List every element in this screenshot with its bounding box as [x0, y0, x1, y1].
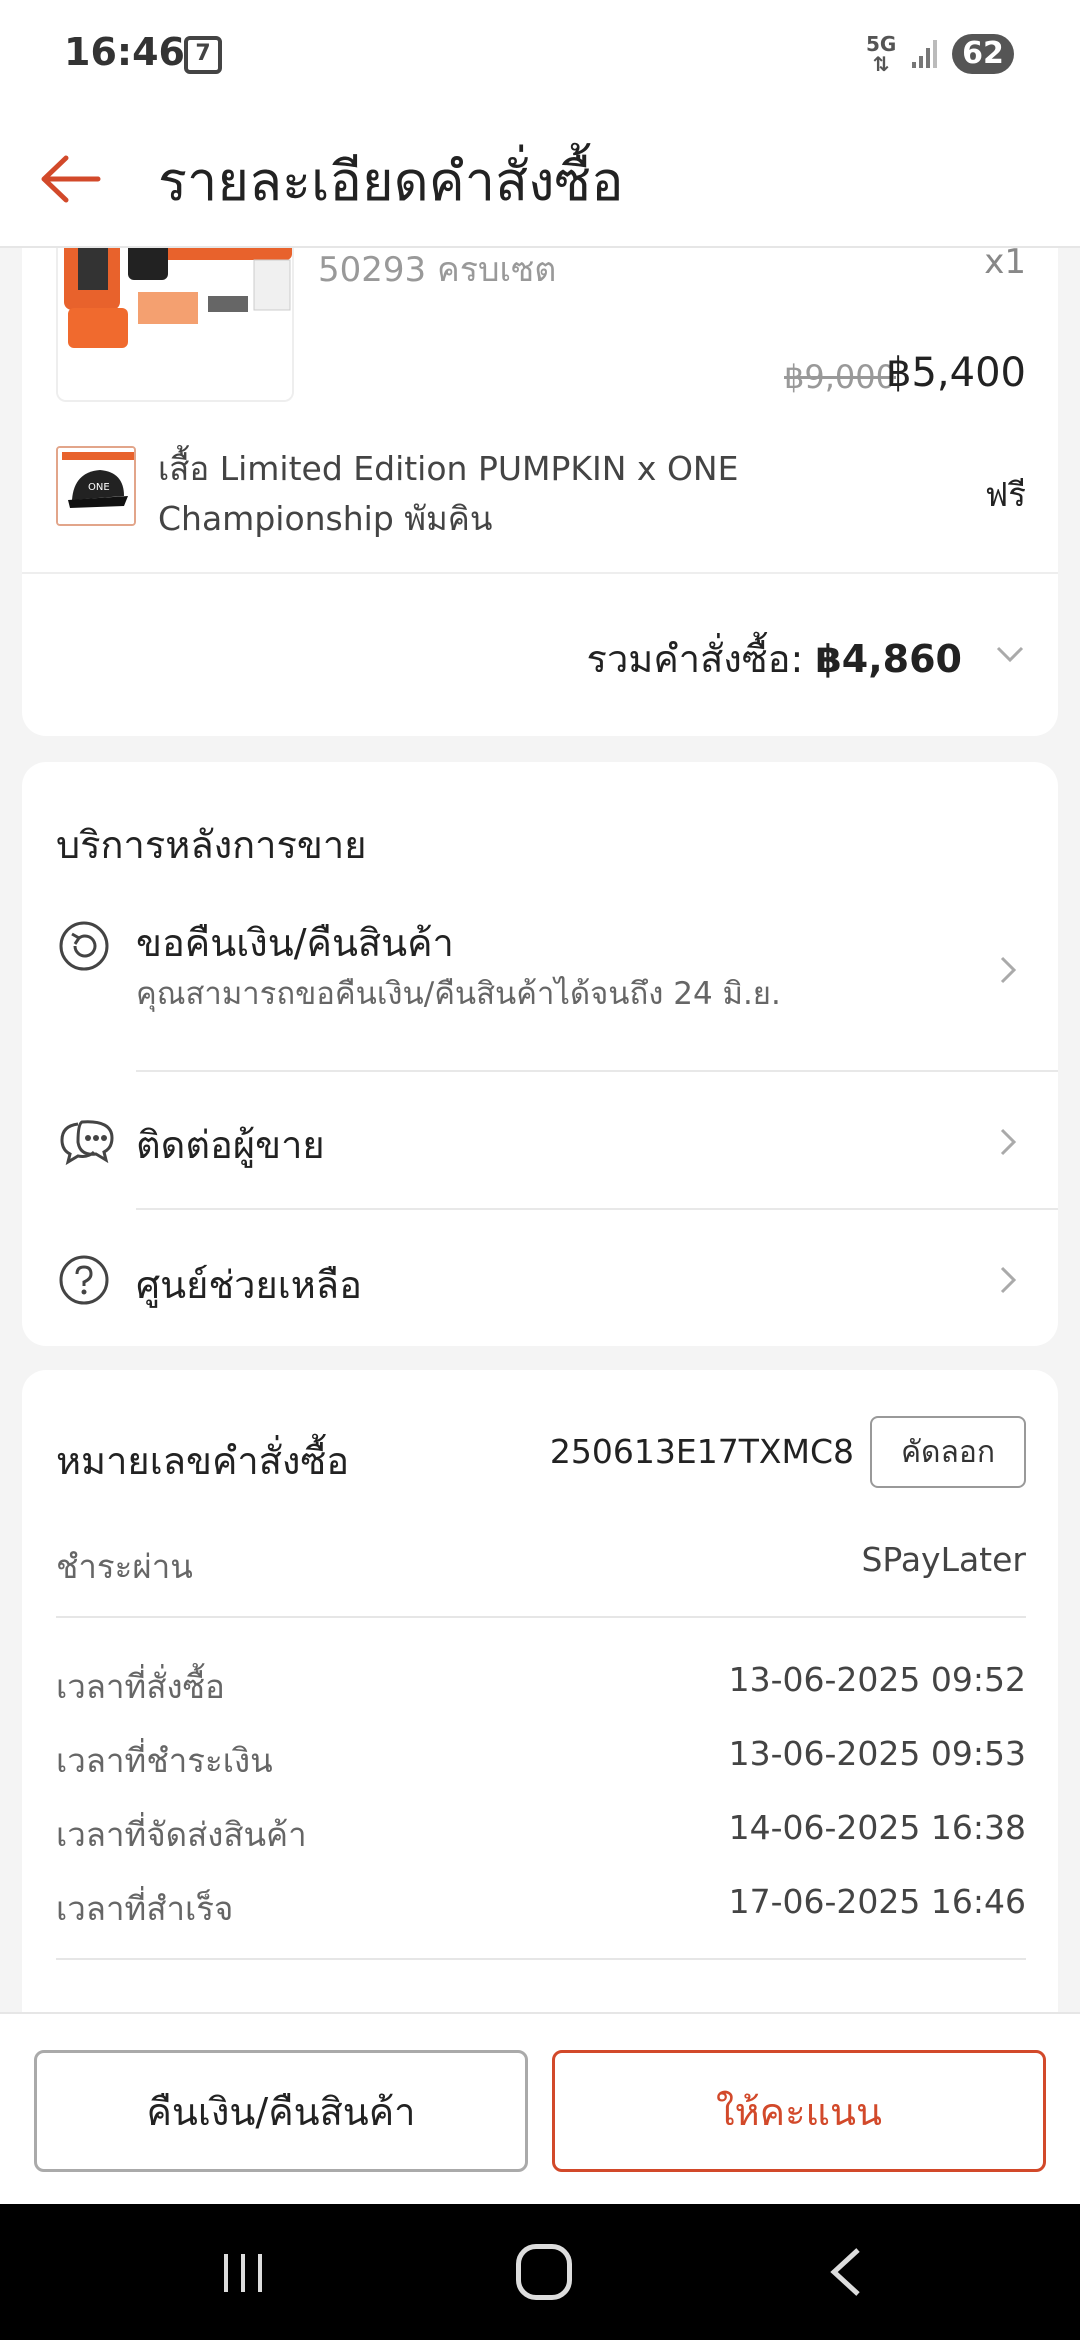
divider: [56, 1616, 1026, 1618]
contact-seller-row[interactable]: ติดต่อผู้ขาย: [22, 1080, 1058, 1206]
product-price: ฿5,400: [886, 350, 1026, 396]
complete-time-label: เวลาที่สำเร็จ: [56, 1889, 234, 1928]
bottom-action-bar: คืนเงิน/คืนสินค้า ให้คะแนน: [0, 2012, 1080, 2204]
return-icon: [59, 921, 109, 971]
payment-time-label: เวลาที่ชำระเงิน: [56, 1741, 273, 1780]
gift-cap-photo: ONE: [58, 448, 134, 524]
back-arrow-icon[interactable]: [36, 144, 106, 214]
payment-time-value: 13-06-2025 09:53: [728, 1734, 1026, 1773]
battery-indicator: 62: [952, 34, 1014, 74]
gift-name: เสื้อ Limited Edition PUMPKIN x ONE Cham…: [158, 449, 739, 538]
chevron-right-icon: [1000, 956, 1017, 984]
order-products-card: 50293 ครบเซต x1 ฿9,000 ฿5,400 ONE เสื้อ …: [22, 200, 1058, 736]
chevron-down-icon[interactable]: [992, 636, 1028, 672]
chevron-right-icon: [1000, 1266, 1017, 1294]
gift-price: ฟรี: [984, 475, 1026, 514]
after-sales-card: บริการหลังการขาย ขอคืนเงิน/คืนสินค้า คุณ…: [22, 762, 1058, 1346]
refund-request-row[interactable]: ขอคืนเงิน/คืนสินค้า คุณสามารถขอคืนเงิน/ค…: [22, 912, 1058, 1042]
ship-time-value: 14-06-2025 16:38: [728, 1808, 1026, 1847]
network-5g-icon: 5G ⇅: [866, 32, 897, 76]
refund-deadline-text: คุณสามารถขอคืนเงิน/คืนสินค้าได้จนถึง 24 …: [136, 976, 781, 1012]
app-header: รายละเอียดคำสั่งซื้อ: [0, 108, 1080, 248]
copy-button[interactable]: คัดลอก: [870, 1416, 1026, 1488]
status-time: 16:46: [64, 30, 185, 74]
order-total-amount: ฿4,860: [815, 637, 962, 681]
recent-apps-icon[interactable]: [218, 2248, 268, 2298]
divider: [56, 1958, 1026, 1960]
signal-icon: [912, 40, 937, 68]
system-back-icon[interactable]: [826, 2244, 866, 2300]
gift-image[interactable]: ONE: [56, 446, 136, 526]
order-total-label: รวมคำสั่งซื้อ:: [586, 637, 816, 681]
order-number: 250613E17TXMC8: [549, 1432, 854, 1471]
order-number-label: หมายเลขคำสั่งซื้อ: [56, 1439, 350, 1483]
product-variant: 50293 ครบเซต: [318, 250, 557, 290]
divider: [136, 1070, 1058, 1072]
help-question-icon: [59, 1255, 109, 1305]
order-total[interactable]: รวมคำสั่งซื้อ: ฿4,860: [587, 628, 962, 689]
page-title: รายละเอียดคำสั่งซื้อ: [158, 150, 624, 213]
order-time-label: เวลาที่สั่งซื้อ: [56, 1667, 225, 1706]
product-quantity: x1: [984, 242, 1026, 282]
payment-method-label: ชำระผ่าน: [56, 1547, 193, 1586]
refund-button[interactable]: คืนเงิน/คืนสินค้า: [34, 2050, 528, 2172]
order-time-value: 13-06-2025 09:52: [728, 1660, 1026, 1699]
divider: [22, 572, 1058, 574]
divider: [136, 1208, 1058, 1210]
help-center-label: ศูนย์ช่วยเหลือ: [136, 1263, 362, 1307]
payment-method-value: SPayLater: [861, 1540, 1026, 1579]
chevron-right-icon: [1000, 1128, 1017, 1156]
help-center-row[interactable]: ศูนย์ช่วยเหลือ: [22, 1218, 1058, 1338]
section-title: บริการหลังการขาย: [56, 823, 367, 867]
svg-text:ONE: ONE: [88, 482, 110, 493]
status-bar: 16:46 7 5G ⇅ 62: [0, 0, 1080, 108]
product-original-price: ฿9,000: [784, 358, 896, 396]
contact-seller-label: ติดต่อผู้ขาย: [136, 1123, 325, 1167]
store-app-icon: 7: [184, 36, 222, 74]
refund-request-label: ขอคืนเงิน/คืนสินค้า: [136, 921, 454, 965]
order-info-card: หมายเลขคำสั่งซื้อ 250613E17TXMC8 คัดลอก …: [22, 1370, 1058, 2030]
system-nav-bar: [0, 2204, 1080, 2340]
home-icon[interactable]: [516, 2244, 572, 2300]
complete-time-value: 17-06-2025 16:46: [728, 1882, 1026, 1921]
chat-bubble-icon: [60, 1120, 114, 1166]
ship-time-label: เวลาที่จัดส่งสินค้า: [56, 1815, 307, 1854]
rate-button[interactable]: ให้คะแนน: [552, 2050, 1046, 2172]
